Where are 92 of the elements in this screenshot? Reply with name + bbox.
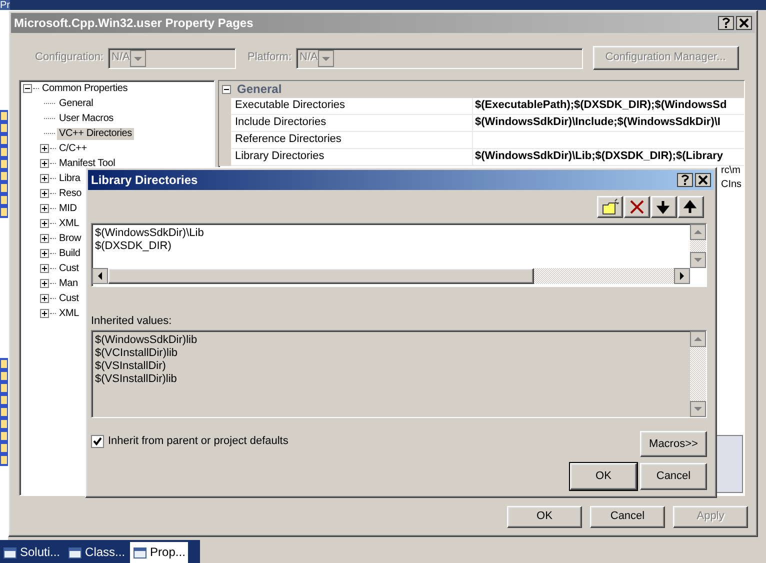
expand-icon[interactable] bbox=[40, 219, 49, 228]
tree-item[interactable]: General bbox=[57, 98, 96, 110]
property-name[interactable]: Include Directories bbox=[231, 115, 473, 132]
toolbox-icon[interactable] bbox=[0, 358, 8, 370]
dialog-button[interactable]: Cancel bbox=[590, 506, 665, 528]
property-name[interactable]: Reference Directories bbox=[231, 132, 473, 149]
property-value[interactable]: $(ExecutablePath);$(DXSDK_DIR);$(WindowsSd bbox=[473, 98, 744, 115]
property-value[interactable]: $(WindowsSdkDir)\Lib;$(DXSDK_DIR);$(Library bbox=[473, 149, 744, 166]
up-arrow-button[interactable] bbox=[678, 196, 704, 218]
expand-icon[interactable] bbox=[40, 144, 49, 153]
tree-item[interactable]: Man bbox=[57, 278, 80, 290]
scrollbar-thumb[interactable] bbox=[108, 268, 534, 284]
toolbox-icon[interactable] bbox=[0, 370, 8, 382]
toolbox-icon[interactable] bbox=[0, 194, 8, 206]
toolbox-icon[interactable] bbox=[0, 454, 8, 466]
tree-item[interactable]: C/C++ bbox=[57, 142, 89, 154]
expand-icon[interactable] bbox=[40, 309, 49, 318]
taskbar-button[interactable]: Soluti... bbox=[0, 542, 64, 563]
toolbox-icon[interactable] bbox=[0, 206, 8, 218]
dialog-button[interactable]: OK bbox=[507, 506, 582, 528]
toolbox-icon[interactable] bbox=[0, 406, 8, 418]
tree-item[interactable]: Reso bbox=[57, 188, 84, 200]
tree-item[interactable]: Cust bbox=[57, 292, 81, 304]
checkbox[interactable] bbox=[91, 435, 104, 448]
down-arrow-button[interactable] bbox=[651, 196, 677, 218]
tree-item[interactable]: XML bbox=[57, 308, 81, 320]
horizontal-scrollbar[interactable] bbox=[92, 268, 690, 284]
toolbox-icon[interactable] bbox=[0, 146, 8, 158]
help-icon[interactable] bbox=[677, 173, 693, 187]
close-icon[interactable] bbox=[695, 173, 711, 187]
directory-entry[interactable]: $(DXSDK_DIR) bbox=[95, 240, 690, 253]
tree-item[interactable]: Brow bbox=[57, 232, 83, 244]
expand-icon[interactable] bbox=[40, 264, 49, 273]
window-icon bbox=[133, 546, 148, 560]
expand-icon[interactable] bbox=[40, 174, 49, 183]
tree-item[interactable]: User Macros bbox=[57, 112, 116, 124]
toolbox-icon[interactable] bbox=[0, 430, 8, 442]
inherit-checkbox[interactable]: Inherit from parent or project defaults bbox=[91, 435, 288, 448]
tree-item[interactable]: XML bbox=[57, 218, 81, 230]
inherited-value: $(WindowsSdkDir)lib bbox=[95, 334, 198, 348]
tree-item[interactable]: MID bbox=[57, 202, 79, 214]
toolbox-icon[interactable] bbox=[0, 122, 8, 134]
toolbox-icon[interactable] bbox=[0, 394, 8, 406]
window-icon bbox=[68, 546, 82, 560]
expand-icon[interactable] bbox=[40, 249, 49, 258]
directory-list[interactable]: $(WindowsSdkDir)\Lib $(DXSDK_DIR) bbox=[91, 223, 707, 287]
configuration-label: Configuration: bbox=[35, 51, 104, 65]
expand-icon[interactable] bbox=[40, 294, 49, 303]
toolbox-icon[interactable] bbox=[0, 382, 8, 394]
delete-button[interactable] bbox=[624, 196, 650, 218]
dialog-title: Library Directories bbox=[91, 172, 198, 188]
tree-item[interactable]: Cust bbox=[57, 262, 81, 274]
taskbar-button[interactable]: Class... bbox=[65, 542, 128, 563]
window-title: Microsoft.Cpp.Win32.user Property Pages bbox=[14, 16, 254, 30]
macros-button[interactable]: Macros>> bbox=[640, 431, 707, 458]
platform-label: Platform: bbox=[248, 51, 292, 65]
new-folder-icon bbox=[600, 198, 620, 216]
tree-item[interactable]: Build bbox=[57, 248, 82, 260]
property-value: rc\m bbox=[721, 164, 742, 177]
property-name[interactable]: Executable Directories bbox=[231, 98, 473, 115]
tree-item[interactable]: VC++ Directories bbox=[57, 128, 134, 140]
new-folder-button[interactable] bbox=[597, 196, 623, 218]
toolbox-icon[interactable] bbox=[0, 182, 8, 194]
window-icon bbox=[3, 546, 17, 560]
collapse-icon[interactable] bbox=[23, 84, 32, 93]
property-value[interactable]: $(WindowsSdkDir)\Include;$(WindowsSdkDir)\I bbox=[473, 115, 744, 132]
property-value: CIns bbox=[721, 178, 742, 191]
expand-icon[interactable] bbox=[40, 189, 49, 198]
inherited-value: $(VSInstallDir)lib bbox=[95, 373, 178, 386]
expand-icon[interactable] bbox=[40, 279, 49, 288]
toolbox-icon[interactable] bbox=[0, 158, 8, 170]
tree-item[interactable]: Common Properties bbox=[40, 82, 130, 94]
category-header: General bbox=[237, 82, 282, 97]
toolbox-icon[interactable] bbox=[0, 134, 8, 146]
expand-icon[interactable] bbox=[40, 204, 49, 213]
property-name[interactable]: Library Directories bbox=[231, 149, 473, 166]
dialog-button[interactable]: Cancel bbox=[640, 463, 707, 490]
toolbox-icon[interactable] bbox=[0, 418, 8, 430]
collapse-icon[interactable] bbox=[222, 85, 231, 94]
inherited-value: $(VSInstallDir) bbox=[95, 360, 167, 374]
expand-icon[interactable] bbox=[40, 159, 49, 168]
toolbox-icon[interactable] bbox=[0, 170, 8, 182]
expand-icon[interactable] bbox=[40, 234, 49, 243]
inherited-value: $(VCInstallDir)lib bbox=[95, 347, 179, 360]
toolbox-icon[interactable] bbox=[0, 442, 8, 454]
tree-item[interactable]: Libra bbox=[57, 172, 82, 184]
tree-item[interactable]: Manifest Tool bbox=[57, 158, 118, 170]
directory-entry[interactable]: $(WindowsSdkDir)\Lib bbox=[95, 227, 690, 240]
taskbar-button[interactable]: Prop... bbox=[130, 542, 188, 563]
inherited-values-label: Inherited values: bbox=[91, 315, 173, 328]
toolbox-icon[interactable] bbox=[0, 110, 8, 122]
dialog-button[interactable]: OK bbox=[570, 463, 637, 490]
